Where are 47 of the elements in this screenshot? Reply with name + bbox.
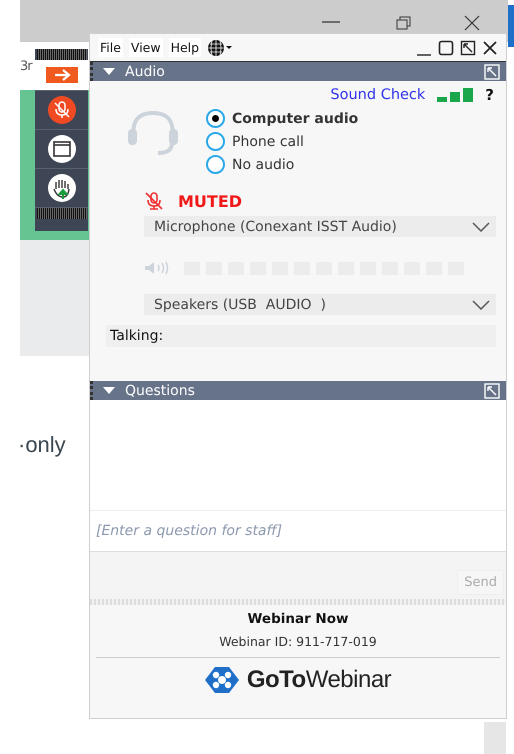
menu-item[interactable]: File [98, 38, 123, 57]
globe-icon[interactable] [207, 38, 234, 56]
chevron-down-icon [472, 222, 490, 232]
section-header[interactable]: Questions [90, 381, 506, 400]
talking-indicator: Talking: [106, 325, 496, 347]
muted-microphone-icon [144, 191, 164, 211]
menu-item[interactable]: Help [168, 38, 202, 57]
logo-icon [204, 666, 239, 694]
microphone-dropdown[interactable]: Microphone (Conexant ISST Audio) [144, 216, 496, 237]
section-title: Audio [125, 64, 165, 80]
radio-button[interactable] [206, 132, 225, 151]
popout-icon[interactable] [460, 40, 476, 56]
webinar-id: Webinar ID: 911-717-019 [219, 634, 377, 649]
chevron-down-icon [472, 300, 490, 310]
raised-hand-icon [46, 173, 76, 203]
option-label: Phone call [232, 134, 304, 150]
arrow-button[interactable] [35, 60, 88, 91]
window-icon [46, 134, 76, 164]
drag-handle[interactable] [36, 208, 86, 219]
radio-button[interactable] [206, 155, 225, 174]
help-icon[interactable]: ? [485, 86, 494, 104]
question-input[interactable]: [Enter a question for staff] [90, 510, 506, 552]
signal-icon [437, 88, 474, 102]
speaker-icon [144, 261, 170, 275]
radio-option[interactable]: Computer audio [206, 109, 358, 128]
sound-check-link[interactable]: Sound Check [330, 87, 426, 103]
radio-option[interactable]: No audio [206, 155, 358, 174]
radio-option[interactable]: Phone call [206, 132, 358, 151]
restore-icon[interactable] [396, 16, 412, 30]
option-label: Computer audio [232, 110, 358, 126]
section-header[interactable]: Audio [90, 62, 506, 81]
speakers-dropdown[interactable]: Speakers (USB AUDIO ) [144, 294, 496, 315]
logo-wordmark: GoToWebinar [246, 666, 392, 694]
minimize-icon[interactable] [322, 20, 340, 24]
radio-button[interactable] [206, 109, 225, 128]
close-icon[interactable] [464, 15, 480, 31]
section-title: Questions [125, 382, 195, 398]
option-label: No audio [232, 156, 294, 172]
menu-item[interactable]: View [128, 38, 163, 57]
close-icon[interactable] [482, 40, 498, 56]
maximize-icon[interactable] [438, 40, 454, 56]
page-text: ·only [18, 432, 66, 458]
scrollbar [484, 722, 506, 754]
webinar-title: Webinar Now [248, 611, 348, 627]
muted-status: MUTED [178, 192, 242, 210]
drag-handle[interactable] [36, 49, 86, 60]
muted-microphone-icon [46, 95, 76, 125]
